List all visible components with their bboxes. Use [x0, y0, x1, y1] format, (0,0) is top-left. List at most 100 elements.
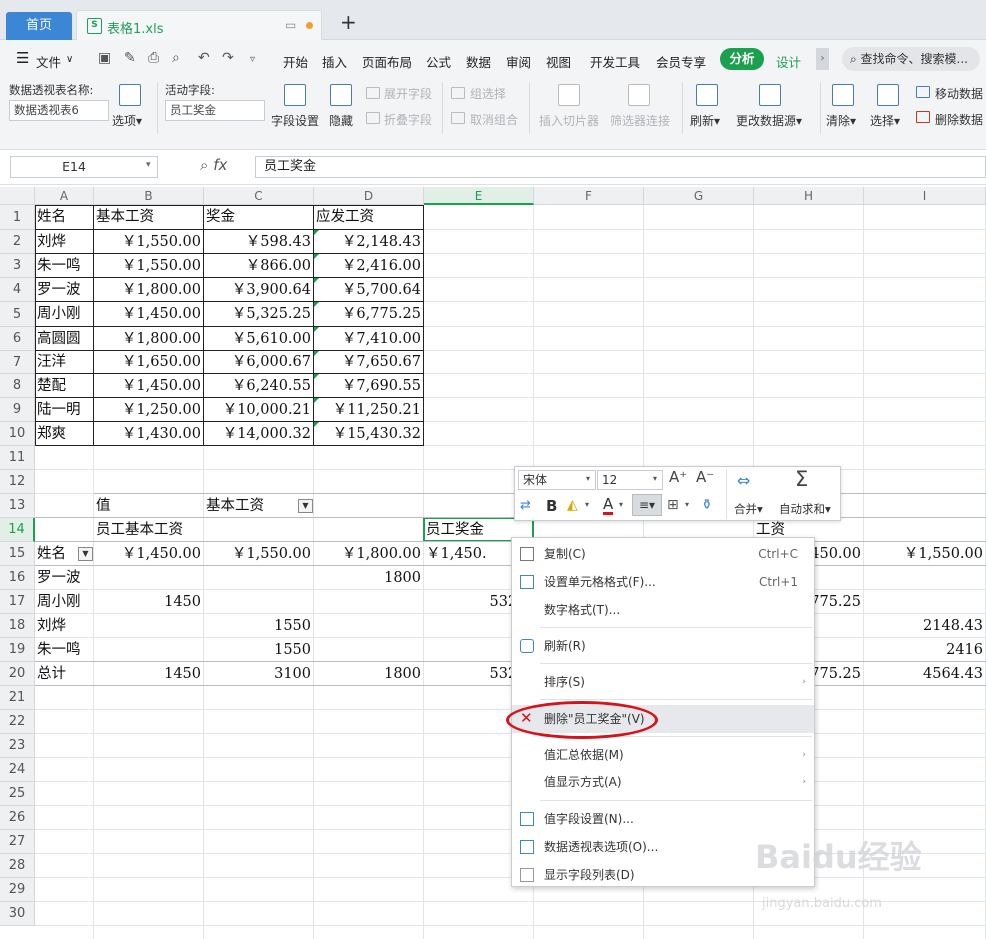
pivot-cell[interactable]: 1450 — [94, 590, 204, 614]
chevron-down-icon[interactable]: ▾ — [685, 500, 689, 509]
filter-connections-button[interactable]: 筛选器连接 — [610, 112, 670, 129]
table-cell[interactable]: ￥10,000.21 — [204, 398, 314, 422]
table-cell[interactable]: ￥11,250.21 — [314, 398, 424, 422]
collapse-field-button[interactable]: 折叠字段 — [384, 111, 432, 128]
pivot-values-label[interactable]: 值 — [94, 494, 204, 518]
menu-start[interactable]: 开始 — [283, 52, 308, 71]
table-cell[interactable]: ￥5,325.25 — [204, 302, 314, 327]
pivot-total-cell[interactable]: 4564.43 — [864, 662, 986, 686]
column-header-f[interactable]: F — [534, 187, 644, 205]
row-header-18[interactable]: 18 — [0, 614, 35, 638]
menu-review[interactable]: 审阅 — [506, 52, 531, 71]
pivot-cell[interactable]: 1550 — [204, 638, 314, 662]
increase-font-icon[interactable]: A⁺ — [669, 468, 687, 486]
menu-item-format-cells[interactable]: 设置单元格格式(F)... Ctrl+1 — [512, 568, 814, 596]
refresh-button[interactable]: 刷新▾ — [690, 112, 720, 129]
menu-developer[interactable]: 开发工具 — [590, 52, 640, 71]
table-cell[interactable]: ￥1,430.00 — [94, 422, 204, 446]
row-header-5[interactable]: 5 — [0, 302, 35, 327]
new-tab-plus-icon[interactable]: + — [340, 10, 357, 34]
table-header-cell[interactable]: 基本工资 — [94, 205, 204, 230]
table-cell[interactable]: ￥5,700.64 — [314, 278, 424, 302]
insert-slicer-button[interactable]: 插入切片器 — [539, 112, 599, 129]
monitor-icon[interactable]: ▭ — [285, 18, 296, 32]
column-header-e[interactable]: E — [424, 187, 534, 205]
column-header-a[interactable]: A — [35, 187, 94, 205]
table-cell[interactable]: ￥1,800.00 — [94, 278, 204, 302]
table-header-cell[interactable]: 奖金 — [204, 205, 314, 230]
pivot-cell[interactable]: 2148.43 — [864, 614, 986, 638]
select-all-corner[interactable] — [0, 187, 35, 205]
row-header-9[interactable]: 9 — [0, 398, 35, 422]
table-cell[interactable]: ￥7,650.67 — [314, 351, 424, 374]
row-header-4[interactable]: 4 — [0, 278, 35, 302]
name-box[interactable]: E14 — [10, 156, 158, 178]
table-cell[interactable]: 高圆圆 — [35, 327, 94, 351]
pivot-cell[interactable]: ￥1,800.00 — [314, 542, 424, 566]
redo-icon[interactable]: ↷ — [222, 50, 234, 66]
row-header-17[interactable]: 17 — [0, 590, 35, 614]
row-header-28[interactable]: 28 — [0, 854, 35, 878]
pivot-cell[interactable]: ￥1,550.00 — [204, 542, 314, 566]
pivot-name-input[interactable]: 数据透视表6 — [9, 100, 109, 121]
table-cell[interactable]: ￥1,550.00 — [94, 230, 204, 254]
move-pivot-button[interactable]: 移动数据 — [935, 85, 983, 102]
pivot-cell[interactable]: 2416 — [864, 638, 986, 662]
pivot-row-label[interactable]: 朱一鸣 — [35, 638, 94, 662]
table-cell[interactable]: 周小刚 — [35, 302, 94, 327]
hamburger-menu-icon[interactable]: ☰ — [16, 49, 29, 67]
table-cell[interactable]: ￥866.00 — [204, 254, 314, 278]
column-header-h[interactable]: H — [754, 187, 864, 205]
name-box-dropdown-icon[interactable]: ▾ — [146, 160, 151, 170]
table-cell[interactable]: ￥1,450.00 — [94, 302, 204, 327]
hide-icon[interactable] — [330, 84, 352, 106]
delete-pivot-button[interactable]: 删除数据 — [935, 111, 983, 128]
menu-insert[interactable]: 插入 — [322, 52, 347, 71]
table-cell[interactable]: ￥2,416.00 — [314, 254, 424, 278]
menu-member[interactable]: 会员专享 — [656, 52, 706, 71]
row-header-25[interactable]: 25 — [0, 782, 35, 806]
align-icon[interactable]: ≡▾ — [632, 494, 662, 516]
table-cell[interactable]: ￥7,690.55 — [314, 374, 424, 398]
row-header-27[interactable]: 27 — [0, 830, 35, 854]
decrease-font-icon[interactable]: A⁻ — [696, 468, 714, 486]
menu-item-refresh[interactable]: 刷新(R) — [512, 632, 814, 660]
home-tab[interactable]: 首页 — [6, 12, 72, 40]
merge-button[interactable]: 合并▾ — [734, 501, 763, 517]
clear-button[interactable]: 清除▾ — [826, 112, 856, 129]
spreadsheet-grid[interactable]: ABCDEFGHI 1 2 3 4 5 6 7 8 9 10 11 12 13 14 15 16 17 18 19 2… — [0, 187, 986, 939]
row-header-3[interactable]: 3 — [0, 254, 35, 278]
column-header-d[interactable]: D — [314, 187, 424, 205]
row-header-14[interactable]: 14 — [0, 518, 35, 542]
pivot-cell[interactable]: 1550 — [204, 614, 314, 638]
table-cell[interactable]: 朱一鸣 — [35, 254, 94, 278]
row-header-26[interactable]: 26 — [0, 806, 35, 830]
options-button[interactable]: 选项▾ — [112, 112, 142, 129]
filter-dropdown-icon[interactable]: ▼ — [78, 547, 93, 561]
print-icon[interactable]: ⎙ — [148, 50, 159, 66]
pivot-options-icon[interactable] — [119, 84, 141, 106]
select-icon[interactable] — [877, 84, 899, 106]
table-cell[interactable]: 汪洋 — [35, 351, 94, 374]
table-cell[interactable]: ￥6,240.55 — [204, 374, 314, 398]
table-cell[interactable]: ￥1,650.00 — [94, 351, 204, 374]
table-cell[interactable]: ￥1,800.00 — [94, 327, 204, 351]
tab-design[interactable]: 设计 — [776, 52, 801, 71]
column-header-b[interactable]: B — [94, 187, 204, 205]
print-preview-icon[interactable]: ⌕ — [172, 50, 180, 66]
font-color-icon[interactable]: A — [603, 496, 614, 515]
column-header-c[interactable]: C — [204, 187, 314, 205]
row-header-30[interactable]: 30 — [0, 902, 35, 926]
row-header-7[interactable]: 7 — [0, 351, 35, 374]
quick-access-dropdown-icon[interactable]: ▿ — [250, 54, 255, 65]
pivot-total-cell[interactable]: 3100 — [204, 662, 314, 686]
table-cell[interactable]: ￥2,148.43 — [314, 230, 424, 254]
select-button[interactable]: 选择▾ — [870, 112, 900, 129]
row-header-12[interactable]: 12 — [0, 470, 35, 494]
pivot-total-cell[interactable]: 1800 — [314, 662, 424, 686]
field-settings-button[interactable]: 字段设置 — [271, 112, 319, 129]
bold-icon[interactable]: B — [546, 497, 557, 515]
menu-item-value-field-settings[interactable]: 值字段设置(N)... — [512, 805, 814, 833]
table-cell[interactable]: ￥1,550.00 — [94, 254, 204, 278]
file-tab[interactable]: S 表格1.xls ▭ — [76, 10, 322, 41]
